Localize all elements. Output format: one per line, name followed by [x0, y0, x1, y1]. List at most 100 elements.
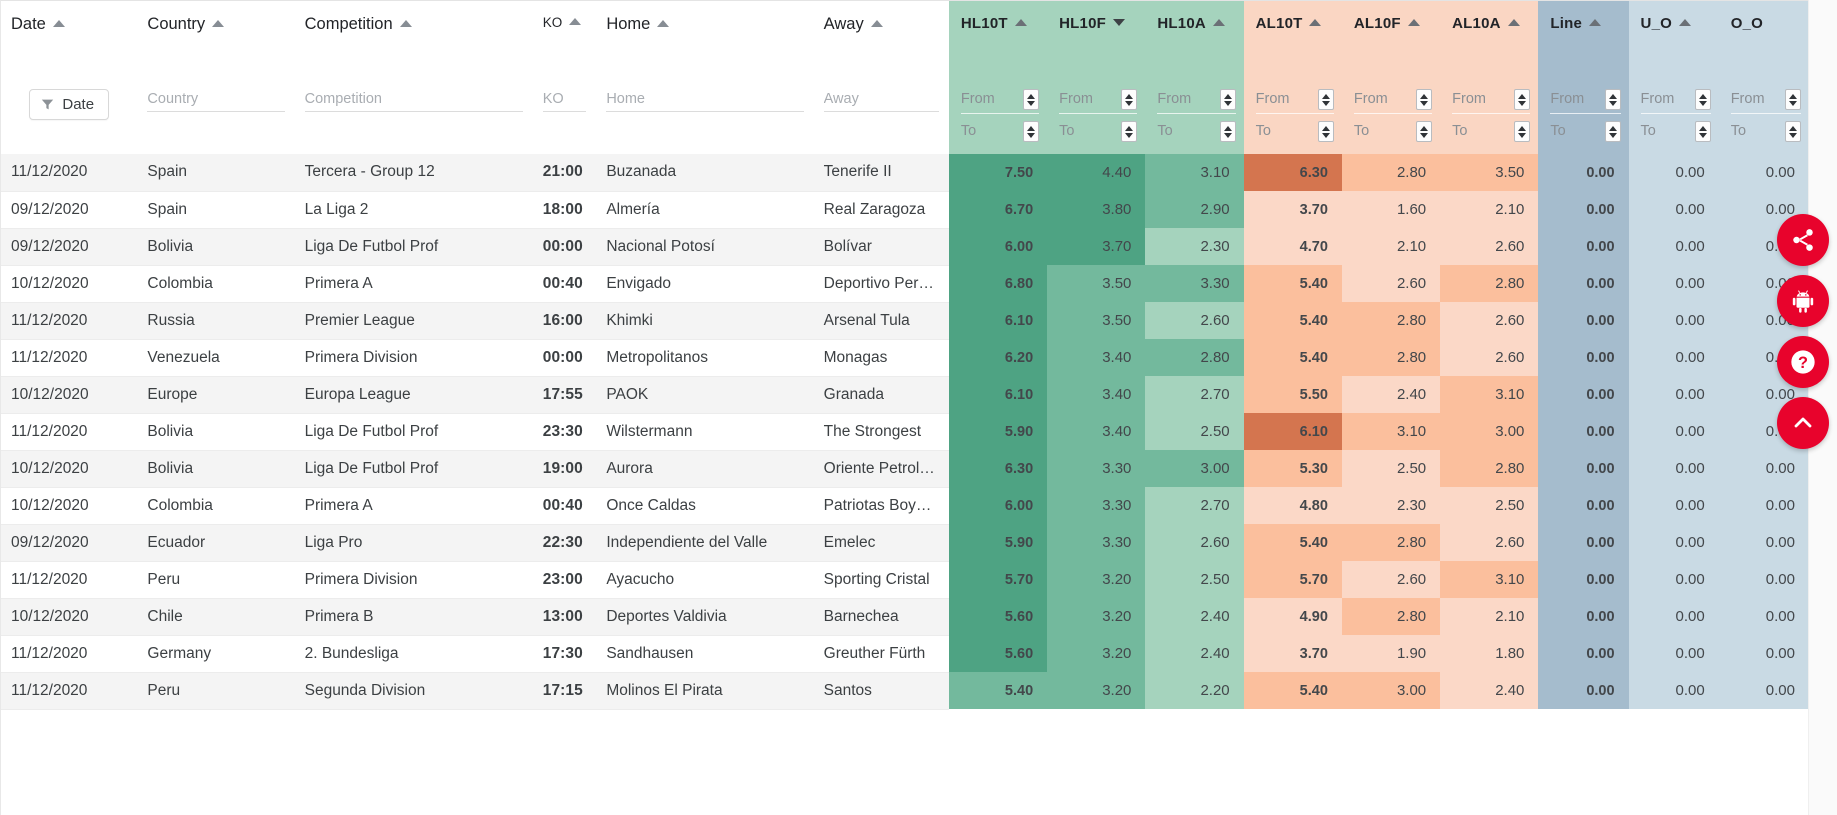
- sort-arrow-away[interactable]: [870, 20, 883, 27]
- table-row[interactable]: 10/12/2020 Bolivia Liga De Futbol Prof 19:0…: [1, 450, 1808, 488]
- al10f-to-row[interactable]: To: [1354, 121, 1433, 142]
- o-o-to-row[interactable]: To: [1731, 121, 1801, 142]
- line-to-row[interactable]: To: [1550, 121, 1621, 142]
- col-header-line[interactable]: Line: [1538, 1, 1629, 89]
- col-header-date[interactable]: Date: [1, 1, 138, 89]
- sort-arrow-country[interactable]: [212, 20, 225, 27]
- u-o-to-row[interactable]: To: [1641, 121, 1711, 142]
- al10t-from-row[interactable]: From: [1255, 89, 1334, 114]
- android-fab[interactable]: [1777, 275, 1829, 327]
- cell-away: Patriotas Boyacá: [813, 487, 949, 525]
- sort-arrow-u-o[interactable]: [1679, 19, 1691, 26]
- col-header-al10a[interactable]: AL10A: [1440, 1, 1539, 89]
- al10t-from-spinner[interactable]: [1317, 89, 1334, 110]
- sort-arrow-date[interactable]: [52, 20, 65, 27]
- o-o-from-spinner[interactable]: [1785, 89, 1801, 110]
- table-row[interactable]: 09/12/2020 Spain La Liga 2 18:00 Almería Real…: [1, 191, 1808, 229]
- col-header-al10f[interactable]: AL10F: [1341, 1, 1441, 89]
- table-row[interactable]: 10/12/2020 Colombia Primera A 00:40 Envigado…: [1, 265, 1808, 303]
- table-row[interactable]: 11/12/2020 Russia Premier League 16:00 Khimk…: [1, 302, 1808, 340]
- competition-filter-input[interactable]: [304, 89, 523, 112]
- sort-arrow-al10a[interactable]: [1507, 19, 1520, 26]
- sort-arrow-hl10t[interactable]: [1014, 19, 1027, 26]
- hl10t-from-row[interactable]: From: [960, 89, 1040, 114]
- home-filter-input[interactable]: [606, 89, 804, 112]
- u-o-from-spinner[interactable]: [1694, 89, 1711, 110]
- table-row[interactable]: 10/12/2020 Chile Primera B 13:00 Deportes Va…: [1, 598, 1808, 636]
- al10a-from-spinner[interactable]: [1514, 89, 1531, 110]
- sort-arrow-hl10f[interactable]: [1112, 19, 1125, 26]
- cell-home: Independiente del Valle: [596, 524, 814, 562]
- date-filter-button[interactable]: Date: [29, 89, 110, 120]
- sort-arrow-ko[interactable]: [569, 18, 582, 25]
- cell-al10a: 3.50: [1440, 154, 1539, 191]
- sort-arrow-al10f[interactable]: [1407, 19, 1420, 26]
- table-row[interactable]: 09/12/2020 Ecuador Liga Pro 22:30 Independie…: [1, 524, 1808, 562]
- cell-ko: 00:40: [532, 487, 597, 525]
- hl10a-from-spinner[interactable]: [1219, 89, 1236, 110]
- hl10a-to-row[interactable]: To: [1157, 121, 1236, 142]
- hl10t-from-spinner[interactable]: [1023, 89, 1040, 110]
- cell-country: Bolivia: [137, 413, 295, 451]
- country-filter-input[interactable]: [147, 89, 285, 112]
- col-header-hl10t[interactable]: HL10T: [948, 1, 1048, 89]
- table-row[interactable]: 10/12/2020 Europe Europa League 17:55 PAOK Gr…: [1, 376, 1808, 414]
- col-header-hl10f[interactable]: HL10F: [1047, 1, 1146, 89]
- u-o-from-row[interactable]: From: [1640, 89, 1711, 114]
- cell-competition: Primera A: [294, 265, 533, 303]
- o-o-from-row[interactable]: From: [1730, 89, 1801, 114]
- away-filter-input[interactable]: [823, 89, 939, 112]
- al10a-from-row[interactable]: From: [1452, 89, 1531, 114]
- col-header-away[interactable]: Away: [813, 1, 949, 89]
- table-row[interactable]: 09/12/2020 Bolivia Liga De Futbol Prof 00:0…: [1, 228, 1808, 266]
- hl10f-from-spinner[interactable]: [1121, 89, 1138, 110]
- table-row[interactable]: 11/12/2020 Venezuela Primera Division 00:00…: [1, 339, 1808, 377]
- col-header-country[interactable]: Country: [137, 1, 295, 89]
- hl10a-to-spinner[interactable]: [1219, 121, 1236, 142]
- hl10f-to-row[interactable]: To: [1059, 121, 1138, 142]
- al10f-from-row[interactable]: From: [1353, 89, 1433, 114]
- o-o-to-spinner[interactable]: [1785, 121, 1801, 142]
- sort-arrow-competition[interactable]: [399, 20, 412, 27]
- line-from-row[interactable]: From: [1550, 89, 1621, 114]
- al10f-to-spinner[interactable]: [1416, 121, 1433, 142]
- help-fab[interactable]: ?: [1777, 336, 1829, 388]
- cell-hl10f: 3.40: [1047, 339, 1146, 376]
- sort-arrow-al10t[interactable]: [1309, 19, 1322, 26]
- hl10f-to-spinner[interactable]: [1121, 121, 1138, 142]
- col-header-home[interactable]: Home: [596, 1, 814, 89]
- sort-arrow-home[interactable]: [657, 20, 670, 27]
- filter-funnel-icon: [41, 98, 54, 111]
- col-header-al10t[interactable]: AL10T: [1243, 1, 1342, 89]
- col-header-hl10a[interactable]: HL10A: [1145, 1, 1244, 89]
- share-fab[interactable]: [1777, 214, 1829, 266]
- al10f-from-spinner[interactable]: [1416, 89, 1433, 110]
- u-o-to-spinner[interactable]: [1694, 121, 1711, 142]
- al10t-to-row[interactable]: To: [1256, 121, 1334, 142]
- table-row[interactable]: 10/12/2020 Colombia Primera A 00:40 Once Cal…: [1, 487, 1808, 525]
- al10t-to-spinner[interactable]: [1317, 121, 1334, 142]
- al10a-to-spinner[interactable]: [1514, 121, 1531, 142]
- col-header-competition[interactable]: Competition: [294, 1, 533, 89]
- hl10t-to-row[interactable]: To: [961, 121, 1040, 142]
- al10a-to-row[interactable]: To: [1452, 121, 1531, 142]
- cell-al10t: 6.10: [1243, 413, 1342, 450]
- hl10a-from-row[interactable]: From: [1157, 89, 1236, 114]
- cell-hl10a: 3.00: [1145, 450, 1244, 487]
- table-row[interactable]: 11/12/2020 Bolivia Liga De Futbol Prof 23:3…: [1, 413, 1808, 451]
- ko-filter-input[interactable]: [542, 89, 587, 112]
- col-header-u-o[interactable]: U_O: [1628, 1, 1719, 89]
- line-from-spinner[interactable]: [1604, 89, 1621, 110]
- sort-arrow-line[interactable]: [1589, 19, 1602, 26]
- sort-arrow-hl10a[interactable]: [1212, 19, 1225, 26]
- line-to-spinner[interactable]: [1604, 121, 1621, 142]
- col-header-ko[interactable]: KO: [532, 1, 597, 89]
- table-row[interactable]: 11/12/2020 Peru Primera Division 23:00 Ayacu…: [1, 561, 1808, 599]
- scroll-top-fab[interactable]: [1777, 397, 1829, 449]
- hl10f-from-row[interactable]: From: [1059, 89, 1138, 114]
- table-row[interactable]: 11/12/2020 Peru Segunda Division 17:15 Molin…: [1, 672, 1808, 710]
- col-header-o-o[interactable]: O_O: [1718, 1, 1808, 89]
- hl10t-to-spinner[interactable]: [1023, 121, 1040, 142]
- table-row[interactable]: 11/12/2020 Spain Tercera - Group 12 21:00 Bu…: [1, 154, 1808, 192]
- table-row[interactable]: 11/12/2020 Germany 2. Bundesliga 17:30 Sandh…: [1, 635, 1808, 673]
